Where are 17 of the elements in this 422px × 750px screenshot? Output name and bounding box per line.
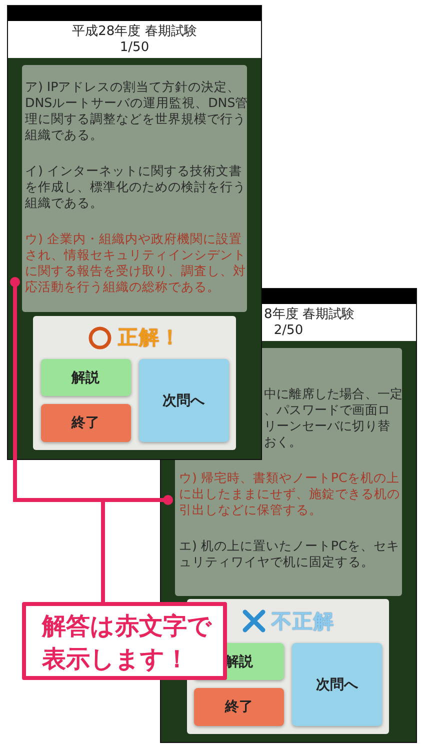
answer-option[interactable]: ア) IPアドレスの割当て方針の決定、 DNSルートサーバの運用監視、DNS管 理に関する調整などを世界規模で行う 組織である。 — [25, 79, 248, 143]
result-label: 正解！ — [118, 324, 181, 351]
exam-title: 8年度 春期試験 — [264, 306, 354, 322]
result-label: 不正解 — [272, 608, 334, 634]
question-counter: 1/50 — [120, 40, 150, 56]
question-counter: 2/50 — [274, 322, 304, 338]
exam-title: 平成28年度 春期試験 — [72, 24, 197, 40]
cross-icon — [242, 609, 266, 633]
answer-option[interactable]: イ) インターネットに関する技術文書 を作成し、標準化のための検討を行う 組織である。 — [25, 163, 246, 211]
next-question-button[interactable]: 次問へ — [138, 359, 228, 442]
next-question-button[interactable]: 次問へ — [292, 643, 382, 726]
explanation-button[interactable]: 解説 — [40, 359, 130, 396]
ring-icon — [88, 326, 112, 350]
answer-option[interactable]: エ) 机の上に置いたノートPCを、セキ ュリティワイヤで机に固定する。 — [179, 538, 400, 570]
callout-tooltip: 解答は赤文字で 表示します！ — [22, 602, 227, 680]
quit-button[interactable]: 終了 — [194, 688, 284, 726]
quit-button[interactable]: 終了 — [40, 404, 130, 442]
